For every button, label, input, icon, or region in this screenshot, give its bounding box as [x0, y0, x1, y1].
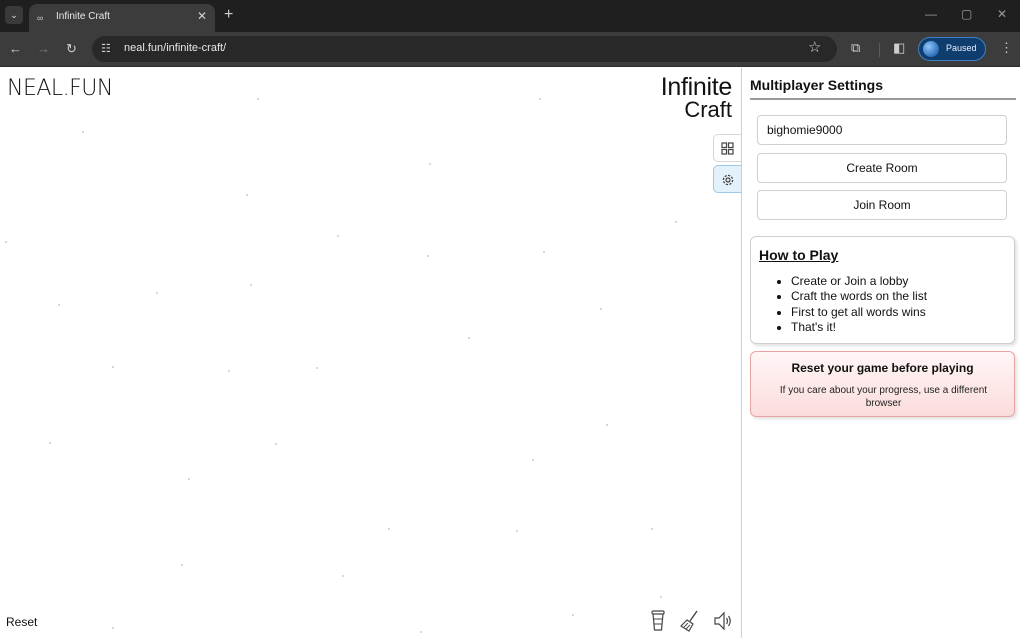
gear-icon: [722, 174, 734, 186]
background-dot: [427, 255, 429, 257]
infinite-craft-logo: Infinite Craft: [661, 75, 733, 122]
url-text[interactable]: neal.fun/infinite-craft/: [124, 42, 226, 54]
background-dot: [388, 528, 390, 530]
reset-button[interactable]: Reset: [6, 615, 37, 629]
how-to-play-list: Create or Join a lobby Craft the words o…: [791, 274, 927, 335]
background-dot: [675, 221, 677, 223]
background-dot: [246, 194, 248, 196]
plus-icon[interactable]: +: [224, 6, 233, 24]
list-item: First to get all words wins: [791, 305, 927, 320]
settings-button[interactable]: [713, 165, 741, 193]
broom-icon[interactable]: [680, 610, 700, 632]
background-dot: [5, 241, 7, 243]
background-dot: [275, 443, 277, 445]
background-dot: [572, 614, 574, 616]
panel-title: Multiplayer Settings: [750, 77, 884, 93]
minimize-icon[interactable]: —: [925, 6, 937, 22]
background-dot: [516, 530, 518, 532]
browser-tab[interactable]: ∞ Infinite Craft ✕: [29, 4, 215, 32]
page: NEAL.FUN Infinite Craft Reset Multiplaye…: [0, 68, 1020, 638]
background-dot: [651, 528, 653, 530]
create-room-button[interactable]: Create Room: [757, 153, 1007, 183]
window-close-icon[interactable]: ✕: [997, 6, 1007, 22]
warning-title: Reset your game before playing: [791, 361, 974, 375]
browser-toolbar: ← → ↻ ☷ neal.fun/infinite-craft/ ☆ ⧉ ◧ P…: [0, 32, 1020, 67]
background-dot: [543, 251, 545, 253]
background-dot: [600, 308, 602, 310]
infinity-icon: ∞: [37, 13, 44, 23]
reset-warning-card: Reset your game before playing If you ca…: [750, 351, 1015, 417]
background-dot: [250, 284, 252, 286]
background-dot: [532, 459, 534, 461]
toolbar-divider: [879, 43, 880, 57]
profile-status: Paused: [946, 43, 977, 53]
username-input[interactable]: [757, 115, 1007, 145]
background-dot: [112, 366, 114, 368]
background-dot: [188, 478, 190, 480]
background-dot: [337, 235, 339, 237]
how-to-play-card: How to Play Create or Join a lobby Craft…: [750, 236, 1015, 344]
background-dot: [49, 442, 51, 444]
background-dot: [342, 575, 344, 577]
puzzle-icon[interactable]: ⧉: [851, 40, 860, 56]
kebab-menu-icon[interactable]: ⋮: [1000, 40, 1013, 56]
background-dot: [420, 631, 422, 633]
background-dot: [660, 596, 662, 598]
tune-icon[interactable]: ☷: [101, 41, 111, 57]
grid-icon: [721, 142, 734, 155]
logo-line-craft: Craft: [684, 97, 732, 122]
browser-tab-bar: ⌄ ∞ Infinite Craft ✕ + — ▢ ✕: [0, 0, 1020, 32]
background-dot: [429, 163, 431, 165]
multiplayer-panel: Multiplayer Settings Create Room Join Ro…: [741, 68, 1020, 638]
arrow-left-icon[interactable]: ←: [9, 41, 22, 57]
background-dot: [257, 98, 259, 100]
background-dot: [539, 98, 541, 100]
speaker-icon[interactable]: [713, 610, 733, 632]
arrow-right-icon[interactable]: →: [37, 41, 50, 57]
background-dot: [82, 131, 84, 133]
cup-icon[interactable]: [650, 610, 666, 632]
background-dot: [181, 564, 183, 566]
star-icon[interactable]: ☆: [808, 39, 821, 57]
list-item: That's it!: [791, 320, 927, 335]
crafting-canvas[interactable]: NEAL.FUN Infinite Craft Reset: [0, 68, 741, 638]
list-item: Create or Join a lobby: [791, 274, 927, 289]
background-dot: [606, 424, 608, 426]
warning-text: If you care about your progress, use a d…: [779, 385, 988, 409]
address-bar[interactable]: ☷ neal.fun/infinite-craft/ ☆: [92, 36, 837, 62]
panel-divider: [750, 98, 1016, 100]
list-item: Craft the words on the list: [791, 289, 927, 304]
side-panel-icon[interactable]: ◧: [893, 40, 905, 56]
grid-view-button[interactable]: [713, 134, 741, 162]
tab-search-button[interactable]: ⌄: [5, 6, 23, 24]
close-icon[interactable]: ✕: [197, 9, 207, 23]
background-dot: [112, 627, 114, 629]
neal-fun-logo[interactable]: NEAL.FUN: [7, 76, 113, 101]
background-dot: [316, 367, 318, 369]
tab-title: Infinite Craft: [56, 11, 110, 22]
background-dot: [468, 337, 470, 339]
background-dot: [228, 370, 230, 372]
background-dot: [58, 304, 60, 306]
background-dot: [156, 292, 158, 294]
chevron-down-icon: ⌄: [10, 10, 18, 20]
join-room-button[interactable]: Join Room: [757, 190, 1007, 220]
maximize-icon[interactable]: ▢: [961, 6, 972, 22]
avatar: [923, 41, 939, 57]
reload-icon[interactable]: ↻: [66, 41, 77, 57]
profile-button[interactable]: Paused: [918, 37, 986, 61]
how-to-play-title: How to Play: [759, 247, 839, 263]
